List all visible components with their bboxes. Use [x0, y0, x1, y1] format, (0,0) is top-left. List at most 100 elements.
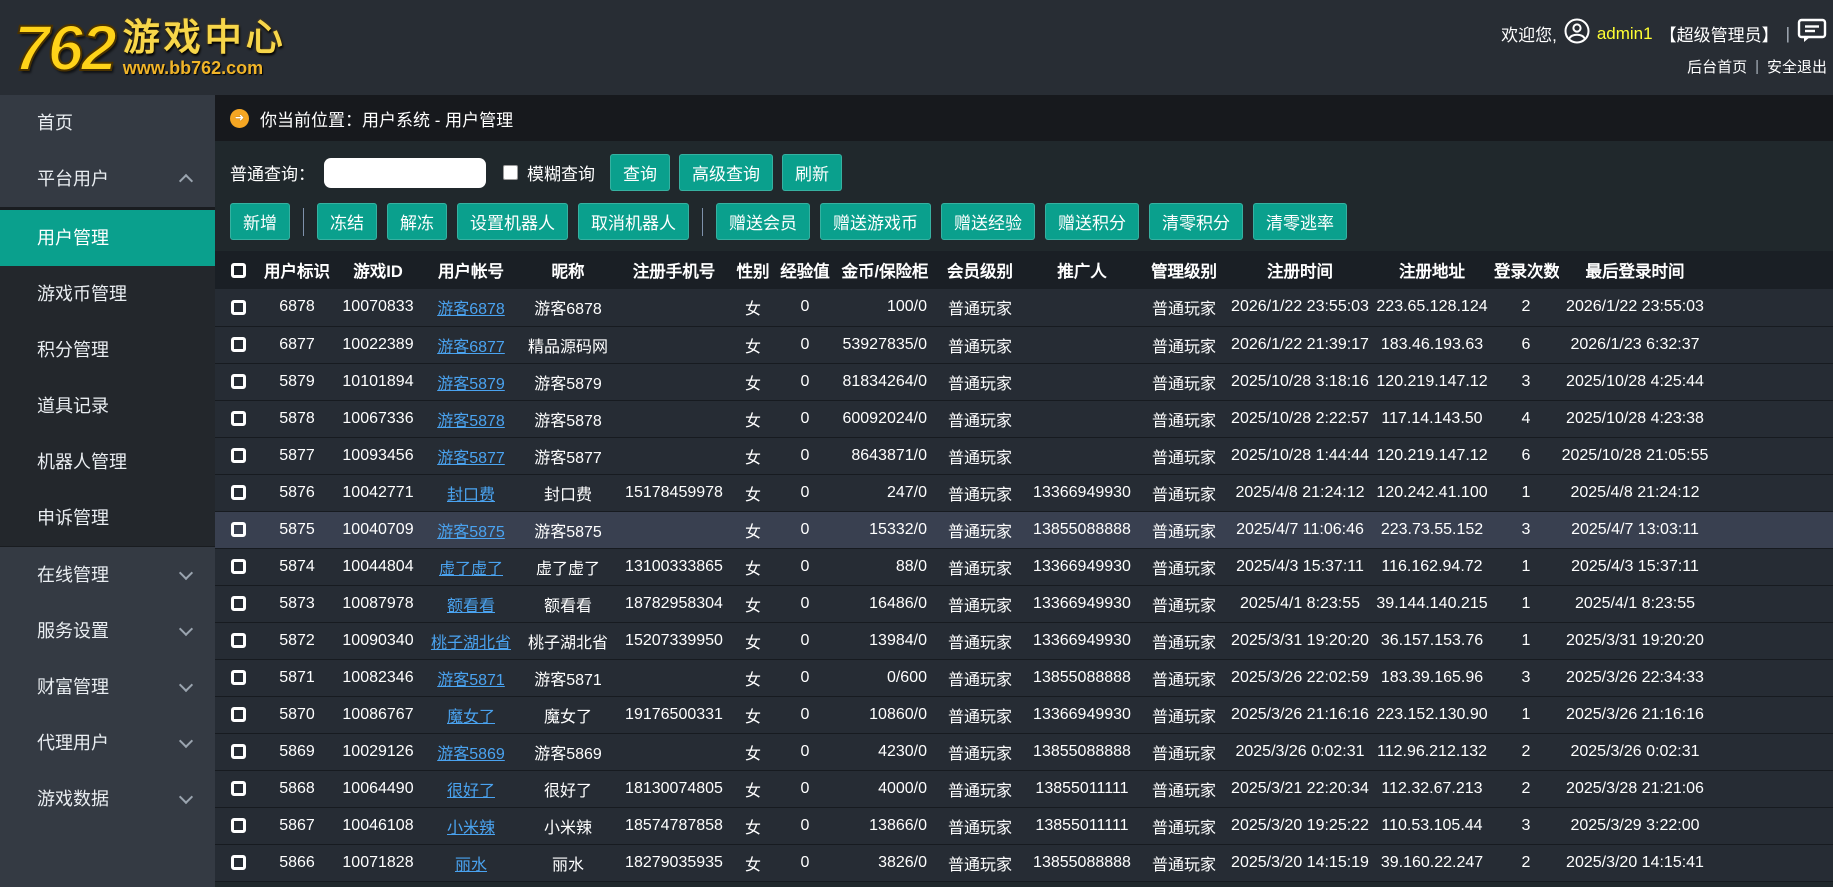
row-checkbox[interactable] — [231, 522, 246, 537]
cell-admin: 普通玩家 — [1139, 585, 1229, 622]
sidebar-item-points-management[interactable]: 积分管理 — [0, 322, 215, 378]
user-account-link[interactable]: 额看看 — [447, 598, 495, 615]
row-checkbox[interactable] — [231, 818, 246, 833]
action-button[interactable]: 设置机器人 — [457, 203, 568, 240]
fuzzy-search-label: 模糊查询 — [527, 160, 595, 185]
sidebar-item-wealth-management[interactable]: 财富管理 — [0, 659, 215, 715]
cell-coins: 13866/0 — [835, 807, 935, 844]
cell-reg_ip: 117.14.143.50 — [1371, 400, 1493, 437]
action-button[interactable]: 赠送会员 — [716, 203, 810, 240]
message-icon[interactable] — [1797, 18, 1827, 49]
logo-762: 762 — [14, 16, 115, 80]
row-checkbox[interactable] — [231, 337, 246, 352]
cell-gid: 10040709 — [333, 511, 423, 548]
row-checkbox[interactable] — [231, 374, 246, 389]
username[interactable]: admin1 — [1597, 24, 1653, 44]
cell-uid: 5877 — [261, 437, 333, 474]
cell-last_login: 2025/3/26 21:16:16 — [1559, 696, 1711, 733]
cell-admin: 普通玩家 — [1139, 363, 1229, 400]
user-account-link[interactable]: 桃子湖北省 — [431, 635, 511, 652]
table-row: 587810067336游客5878游客5878女060092024/0普通玩家… — [215, 400, 1833, 437]
cell-level: 普通玩家 — [935, 363, 1025, 400]
row-checkbox[interactable] — [231, 855, 246, 870]
cell-reg_time: 2025/3/26 22:02:59 — [1229, 659, 1371, 696]
sidebar-item-game-coin-management[interactable]: 游戏币管理 — [0, 266, 215, 322]
user-account-link[interactable]: 很好了 — [447, 783, 495, 800]
user-account-link[interactable]: 封口费 — [447, 487, 495, 504]
row-checkbox[interactable] — [231, 596, 246, 611]
user-account-link[interactable]: 魔女了 — [447, 709, 495, 726]
row-checkbox[interactable] — [231, 670, 246, 685]
cell-logins: 1 — [1493, 585, 1559, 622]
user-account-link[interactable]: 游客5875 — [437, 524, 505, 541]
refresh-button[interactable]: 刷新 — [782, 154, 842, 191]
sidebar-item-home[interactable]: 首页 — [0, 95, 215, 151]
sidebar-item-robot-management[interactable]: 机器人管理 — [0, 434, 215, 490]
sidebar-item-appeal-management[interactable]: 申诉管理 — [0, 490, 215, 546]
row-checkbox[interactable] — [231, 744, 246, 759]
row-checkbox[interactable] — [231, 781, 246, 796]
action-button[interactable]: 赠送积分 — [1045, 203, 1139, 240]
sidebar-item-user-management[interactable]: 用户管理 — [0, 210, 215, 266]
row-checkbox[interactable] — [231, 633, 246, 648]
cell-last_login: 2025/3/28 21:21:06 — [1559, 770, 1711, 807]
cell-promoter — [1025, 326, 1139, 363]
cell-last_login: 2025/3/26 22:34:33 — [1559, 659, 1711, 696]
user-account-link[interactable]: 丽水 — [455, 857, 487, 874]
sidebar-item-game-data[interactable]: 游戏数据 — [0, 771, 215, 827]
row-checkbox[interactable] — [231, 485, 246, 500]
row-checkbox[interactable] — [231, 411, 246, 426]
cell-account: 桃子湖北省 — [423, 622, 519, 659]
sidebar-item-platform-users[interactable]: 平台用户 — [0, 151, 215, 207]
action-button[interactable]: 解冻 — [387, 203, 447, 240]
user-account-link[interactable]: 游客5878 — [437, 413, 505, 430]
cell-last_login: 2025/4/1 8:23:55 — [1559, 585, 1711, 622]
row-checkbox[interactable] — [231, 300, 246, 315]
sidebar-item-label: 代理用户 — [37, 733, 109, 753]
select-all-checkbox[interactable] — [231, 263, 246, 278]
sidebar-item-agent-users[interactable]: 代理用户 — [0, 715, 215, 771]
table-row: 586910029126游客5869游客5869女04230/0普通玩家1385… — [215, 733, 1833, 770]
action-button[interactable]: 赠送游戏币 — [820, 203, 931, 240]
column-header: 会员级别 — [935, 251, 1025, 289]
user-account-link[interactable]: 游客6877 — [437, 339, 505, 356]
backend-home-link[interactable]: 后台首页 — [1687, 56, 1747, 77]
cell-level: 普通玩家 — [935, 437, 1025, 474]
sidebar-item-label: 在线管理 — [37, 565, 109, 585]
user-account-link[interactable]: 小米辣 — [447, 820, 495, 837]
user-account-link[interactable]: 游客5871 — [437, 672, 505, 689]
user-account-link[interactable]: 游客5869 — [437, 746, 505, 763]
sidebar-item-service-settings[interactable]: 服务设置 — [0, 603, 215, 659]
action-button[interactable]: 冻结 — [317, 203, 377, 240]
table-body: 687810070833游客6878游客6878女0100/0普通玩家普通玩家2… — [215, 289, 1833, 881]
cell-last_login: 2025/4/7 13:03:11 — [1559, 511, 1711, 548]
query-button[interactable]: 查询 — [610, 154, 670, 191]
row-checkbox[interactable] — [231, 448, 246, 463]
action-button[interactable]: 取消机器人 — [578, 203, 689, 240]
cell-promoter: 13366949930 — [1025, 474, 1139, 511]
action-button[interactable]: 清零积分 — [1149, 203, 1243, 240]
advanced-query-button[interactable]: 高级查询 — [679, 154, 773, 191]
row-checkbox[interactable] — [231, 707, 246, 722]
row-checkbox[interactable] — [231, 559, 246, 574]
sidebar-item-online-management[interactable]: 在线管理 — [0, 547, 215, 603]
search-input[interactable] — [324, 158, 486, 188]
sidebar-item-item-records[interactable]: 道具记录 — [0, 378, 215, 434]
action-button[interactable]: 清零逃率 — [1253, 203, 1347, 240]
cell-exp: 0 — [775, 289, 835, 326]
action-button[interactable]: 赠送经验 — [941, 203, 1035, 240]
user-account-link[interactable]: 虚了虚了 — [439, 561, 503, 578]
cell-logins: 6 — [1493, 437, 1559, 474]
fuzzy-search-checkbox[interactable] — [503, 165, 518, 180]
action-button[interactable]: 新增 — [230, 203, 290, 240]
cell-promoter: 13366949930 — [1025, 548, 1139, 585]
cell-last_login: 2025/3/26 0:02:31 — [1559, 733, 1711, 770]
logout-link[interactable]: 安全退出 — [1767, 56, 1827, 77]
user-account-link[interactable]: 游客5879 — [437, 376, 505, 393]
cell-gid: 10064490 — [333, 770, 423, 807]
user-account-link[interactable]: 游客5877 — [437, 450, 505, 467]
cell-exp: 0 — [775, 733, 835, 770]
cell-phone: 18130074805 — [617, 770, 731, 807]
user-account-link[interactable]: 游客6878 — [437, 301, 505, 318]
cell-coins: 10860/0 — [835, 696, 935, 733]
